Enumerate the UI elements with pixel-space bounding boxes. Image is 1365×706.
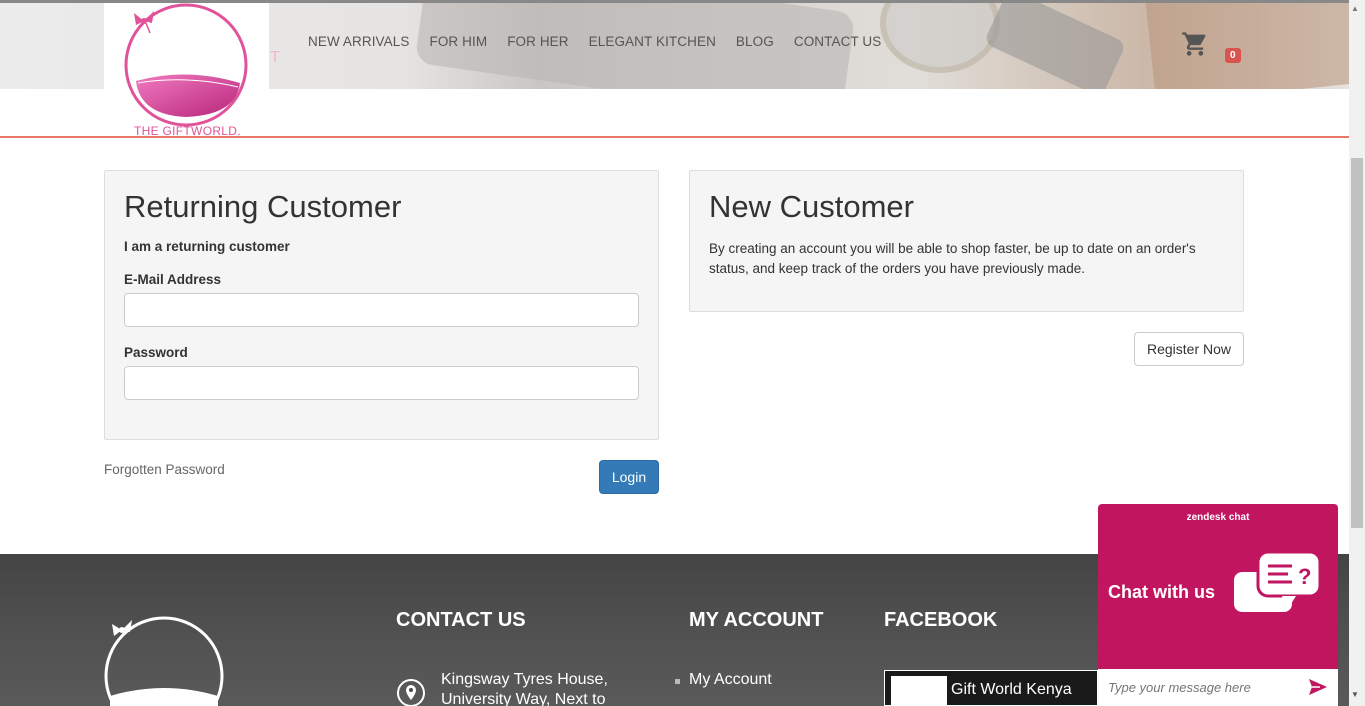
page: NEW ARRIVALS FOR HIM FOR HER ELEGANT KIT… xyxy=(0,0,1365,706)
scrollbar-thumb[interactable] xyxy=(1351,158,1363,528)
zendesk-brand: zendesk chat xyxy=(1186,512,1250,523)
location-pin-icon xyxy=(397,679,425,706)
nav-elegant-kitchen[interactable]: ELEGANT KITCHEN xyxy=(589,34,716,49)
password-field[interactable] xyxy=(124,366,639,400)
main-nav: NEW ARRIVALS FOR HIM FOR HER ELEGANT KIT… xyxy=(308,34,901,49)
watch-strap-image xyxy=(983,3,1127,89)
password-label: Password xyxy=(124,345,188,360)
cart-count-badge: 0 xyxy=(1225,48,1241,63)
footer-address: Kingsway Tyres House, University Way, Ne… xyxy=(441,671,608,706)
header-divider xyxy=(0,136,1349,138)
returning-customer-subtitle: I am a returning customer xyxy=(124,239,290,254)
new-customer-title: New Customer xyxy=(709,189,914,224)
facebook-page-name[interactable]: Gift World Kenya xyxy=(951,681,1072,699)
gift-basket-logo-icon xyxy=(124,3,248,127)
cart-icon[interactable] xyxy=(1181,30,1209,58)
nav-for-him[interactable]: FOR HIM xyxy=(429,34,487,49)
send-icon[interactable] xyxy=(1308,678,1328,696)
scroll-down-arrow-icon[interactable]: ▼ xyxy=(1351,690,1359,699)
footer-account-title: MY ACCOUNT xyxy=(689,609,824,631)
footer-contact-title: CONTACT US xyxy=(396,609,526,631)
site-logo[interactable]: THE GIFTWORLD. T xyxy=(104,3,280,138)
svg-text:?: ? xyxy=(1298,564,1311,589)
wooden-box-image xyxy=(1144,3,1349,89)
facebook-page-thumbnail xyxy=(891,676,947,706)
list-bullet xyxy=(675,679,680,684)
zendesk-chat-widget[interactable]: zendesk chat Chat with us ? xyxy=(1098,504,1338,706)
scroll-up-arrow-icon[interactable]: ▲ xyxy=(1351,4,1359,13)
chat-title[interactable]: Chat with us xyxy=(1108,582,1215,603)
logo-ghost-letter: T xyxy=(270,49,280,66)
nav-new-arrivals[interactable]: NEW ARRIVALS xyxy=(308,34,409,49)
nav-blog[interactable]: BLOG xyxy=(736,34,774,49)
email-label: E-Mail Address xyxy=(124,272,222,287)
register-now-button[interactable]: Register Now xyxy=(1134,332,1244,366)
returning-customer-panel: Returning Customer I am a returning cust… xyxy=(104,170,659,440)
login-button[interactable]: Login xyxy=(599,460,659,494)
nav-for-her[interactable]: FOR HER xyxy=(507,34,568,49)
new-customer-text: By creating an account you will be able … xyxy=(709,241,1196,276)
returning-customer-title: Returning Customer xyxy=(124,189,402,224)
new-customer-panel: New Customer By creating an account you … xyxy=(689,170,1244,312)
chat-input-bar xyxy=(1098,669,1338,706)
chat-message-input[interactable] xyxy=(1098,669,1298,705)
facebook-page-widget[interactable]: Gift World Kenya xyxy=(884,670,1098,706)
footer-my-account-link[interactable]: My Account xyxy=(689,671,772,689)
forgotten-password-link[interactable]: Forgotten Password xyxy=(104,462,225,477)
footer-logo-icon xyxy=(104,616,224,706)
email-field[interactable] xyxy=(124,293,639,327)
chat-bubbles-icon: ? xyxy=(1234,550,1322,612)
nav-contact-us[interactable]: CONTACT US xyxy=(794,34,882,49)
footer-facebook-title: FACEBOOK xyxy=(884,609,998,631)
